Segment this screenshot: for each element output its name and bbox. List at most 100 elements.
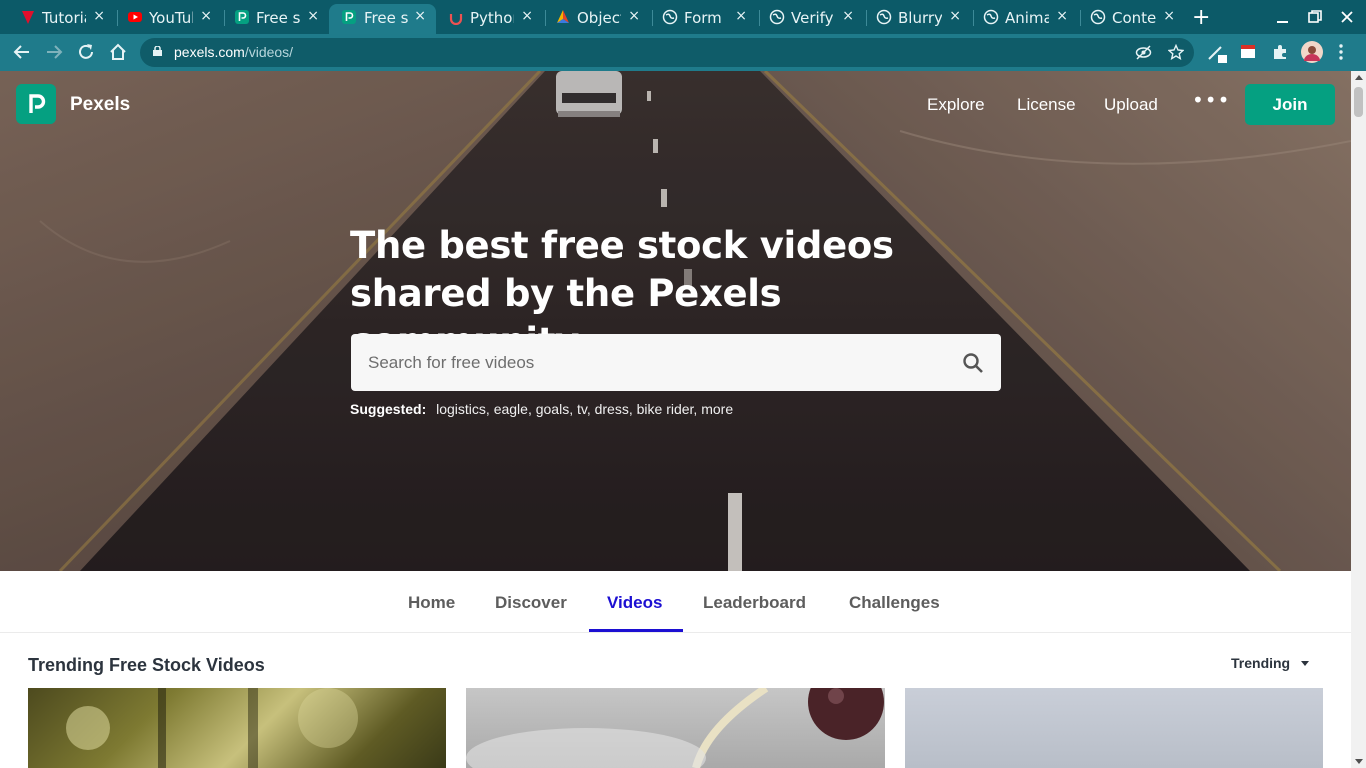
pexels-logo[interactable] (16, 84, 56, 124)
search-box[interactable] (351, 334, 1001, 391)
suggested-label: Suggested: (350, 401, 427, 417)
tab-close-icon[interactable]: × (93, 8, 105, 24)
scrollbar-thumb[interactable] (1354, 87, 1363, 117)
tab-close-icon[interactable]: × (628, 8, 640, 24)
nav-explore[interactable]: Explore (927, 95, 985, 115)
tab-title: Form (684, 9, 722, 27)
youtube-icon (128, 12, 142, 22)
url-text[interactable]: pexels.com/videos/ (174, 44, 293, 60)
browser-tab-strip: Tutorial × YouTube × Free s × Free s × P… (0, 0, 1366, 34)
extensions-puzzle-icon[interactable] (1271, 43, 1289, 61)
page-scrollbar[interactable] (1351, 71, 1366, 768)
tab-title: Verify (791, 9, 834, 27)
tab-challenges[interactable]: Challenges (849, 593, 940, 613)
lock-icon[interactable] (153, 46, 162, 56)
tab-close-icon[interactable]: × (842, 8, 854, 24)
browser-toolbar: pexels.com/videos/ (0, 34, 1366, 71)
tab-object[interactable]: Object × (547, 4, 650, 34)
page-viewport: Pexels Explore License Upload ••• Join T… (0, 71, 1351, 768)
search-icon[interactable] (962, 352, 984, 374)
pexels-wordmark[interactable]: Pexels (70, 94, 130, 116)
tab-close-icon[interactable]: × (735, 8, 747, 24)
nav-upload[interactable]: Upload (1104, 95, 1158, 115)
tab-close-icon[interactable]: × (414, 8, 426, 24)
tab-youtube[interactable]: YouTube × (119, 4, 222, 34)
nav-license[interactable]: License (1017, 95, 1076, 115)
tab-close-icon[interactable]: × (1163, 8, 1175, 24)
browser-menu-icon[interactable] (1338, 43, 1344, 61)
tab-title: Free s (256, 9, 300, 27)
globe-icon (876, 9, 892, 25)
restore-icon[interactable] (1308, 10, 1322, 24)
tab-close-icon[interactable]: × (200, 8, 212, 24)
globe-icon (662, 9, 678, 25)
tab-separator (759, 10, 760, 26)
tab-title: Conte (1112, 9, 1156, 27)
calendar-extension-icon[interactable] (1240, 43, 1256, 59)
video-thumbnail[interactable] (28, 688, 446, 768)
pen-extension-icon[interactable] (1207, 43, 1229, 65)
section-nav: Home Discover Videos Leaderboard Challen… (0, 571, 1351, 633)
video-thumbnail[interactable] (905, 688, 1323, 768)
suggested-searches: Suggested: logistics, eagle, goals, tv, … (350, 401, 733, 417)
minimize-icon[interactable] (1276, 10, 1290, 24)
back-arrow-icon[interactable] (12, 42, 32, 62)
bookmark-star-icon[interactable] (1168, 44, 1184, 60)
tab-form[interactable]: Form × (654, 4, 757, 34)
sort-dropdown[interactable]: Trending (1231, 655, 1290, 671)
tab-separator (545, 10, 546, 26)
forward-arrow-icon[interactable] (44, 42, 64, 62)
suggested-links[interactable]: logistics, eagle, goals, tv, dress, bike… (436, 401, 733, 417)
tab-title: Python (470, 9, 514, 27)
tab-close-icon[interactable]: × (307, 8, 319, 24)
home-icon[interactable] (108, 42, 128, 62)
tab-title: Free s (364, 9, 408, 27)
avatar[interactable] (1301, 41, 1323, 63)
tab-title: YouTube (149, 9, 193, 27)
join-button[interactable]: Join (1245, 84, 1335, 125)
tab-separator (973, 10, 974, 26)
tab-separator (1080, 10, 1081, 26)
tab-pexels-1[interactable]: Free s × (226, 4, 329, 34)
tab-close-icon[interactable]: × (1056, 8, 1068, 24)
tab-videos[interactable]: Videos (607, 593, 662, 613)
close-window-icon[interactable] (1340, 10, 1354, 24)
globe-icon (1090, 9, 1106, 25)
tab-anima[interactable]: Anima × (975, 4, 1078, 34)
scroll-up-icon[interactable] (1355, 75, 1363, 80)
reload-icon[interactable] (76, 42, 96, 62)
globe-icon (769, 9, 785, 25)
video-thumbnail[interactable] (466, 688, 885, 768)
tab-conte[interactable]: Conte × (1082, 4, 1185, 34)
new-tab-button[interactable]: + (1192, 5, 1210, 30)
tab-verify[interactable]: Verify × (761, 4, 864, 34)
tab-home[interactable]: Home (408, 593, 455, 613)
tab-discover[interactable]: Discover (495, 593, 567, 613)
tab-separator (224, 10, 225, 26)
udemy-icon (449, 14, 463, 25)
eye-off-icon[interactable] (1135, 45, 1152, 60)
globe-icon (983, 9, 999, 25)
tab-title: Blurry (898, 9, 942, 27)
tab-python[interactable]: Python × (440, 4, 543, 34)
active-tab-indicator (589, 629, 683, 632)
chevron-down-icon[interactable] (1301, 661, 1309, 666)
tab-separator (117, 10, 118, 26)
tab-blurry[interactable]: Blurry × (868, 4, 971, 34)
tab-close-icon[interactable]: × (521, 8, 533, 24)
more-options-icon[interactable]: ••• (1192, 88, 1230, 112)
scroll-down-icon[interactable] (1355, 759, 1363, 764)
tab-title: Object (577, 9, 621, 27)
tab-title: Tutorial (42, 9, 86, 27)
tab-pexels-active[interactable]: Free s × (329, 4, 436, 34)
tab-leaderboard[interactable]: Leaderboard (703, 593, 806, 613)
tab-separator (866, 10, 867, 26)
tab-title: Anima (1005, 9, 1049, 27)
address-bar[interactable]: pexels.com/videos/ (140, 38, 1194, 67)
vivaldi-red-icon (22, 11, 34, 24)
tab-tutorial[interactable]: Tutorial × (12, 4, 115, 34)
tab-separator (652, 10, 653, 26)
search-input[interactable] (351, 334, 951, 391)
stack-icon (557, 10, 569, 23)
tab-close-icon[interactable]: × (949, 8, 961, 24)
